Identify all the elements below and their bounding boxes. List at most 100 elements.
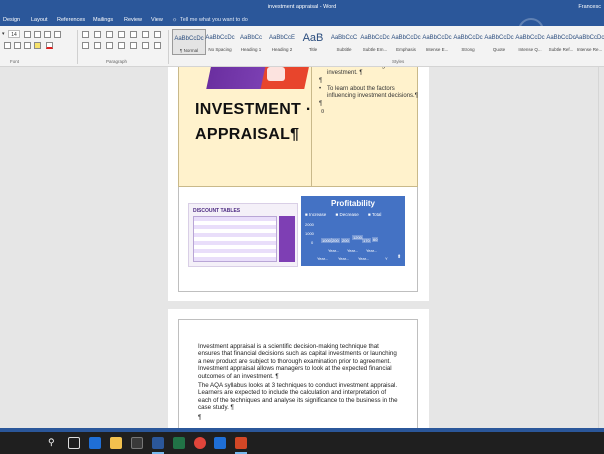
file-explorer-icon[interactable] (110, 437, 122, 449)
tab-review[interactable]: Review (124, 17, 142, 23)
strikethrough-icon[interactable] (4, 42, 11, 49)
document-title[interactable]: INVESTMENT · APPRAISAL¶ (195, 97, 312, 147)
decrease-indent-icon[interactable] (118, 31, 125, 38)
document-canvas[interactable]: INVESTMENT · APPRAISAL¶ methods of asses… (0, 67, 604, 430)
change-case-icon[interactable] (44, 31, 51, 38)
font-color-icon[interactable] (46, 42, 53, 49)
x-category: Year... (328, 248, 340, 253)
style-preview: AaBbCc (239, 35, 262, 41)
search-icon[interactable]: ⚲ (48, 437, 60, 449)
grow-font-icon[interactable] (24, 31, 31, 38)
style-emphasis[interactable]: AaBbCcDc Emphasis (389, 29, 423, 55)
tab-layout[interactable]: Layout (31, 17, 48, 23)
ribbon-tabs: Design Layout References Mailings Review… (0, 14, 604, 44)
style-normal[interactable]: AaBbCcDc ¶ Normal (172, 29, 206, 55)
style-subtle-emphasis[interactable]: AaBbCcDc Subtle Em... (358, 29, 392, 55)
group-paragraph-label: Paragraph (106, 59, 128, 64)
legend-total-label: Total (371, 212, 382, 217)
app-icon[interactable] (214, 437, 226, 449)
font-name-dropdown[interactable]: ▾ (2, 30, 5, 38)
style-no-spacing[interactable]: AaBbCcDc No Spacing (203, 29, 237, 55)
tell-me-search[interactable]: Tell me what you want to do (180, 17, 248, 23)
style-name: Quote (492, 47, 506, 52)
font-size-field[interactable]: 14 (8, 30, 20, 38)
justify-icon[interactable] (118, 42, 125, 49)
tab-design[interactable]: Design (3, 17, 20, 23)
borders-icon[interactable] (154, 42, 161, 49)
style-title[interactable]: AaB Title (296, 29, 330, 55)
y-tick: 1000 (305, 231, 314, 236)
objectives-cell[interactable]: methods of assessing an investment. ¶ ¶ … (319, 67, 425, 117)
style-preview: AaBbCcC (330, 35, 358, 41)
vertical-scrollbar[interactable] (598, 67, 604, 430)
style-preview: AaBbCcDc (515, 35, 545, 41)
body-text[interactable]: Investment appraisal is a scientific dec… (198, 343, 398, 423)
x-category: Year... (358, 256, 370, 261)
objective-bullet-text: To learn about the factors influencing i… (327, 86, 418, 99)
header-table[interactable]: INVESTMENT · APPRAISAL¶ methods of asses… (178, 67, 418, 187)
style-name: Heading 2 (271, 47, 293, 52)
style-name: No Spacing (208, 47, 232, 52)
style-intense-quote[interactable]: AaBbCcDc Intense Q... (513, 29, 547, 55)
align-center-icon[interactable] (94, 42, 101, 49)
subscript-icon[interactable] (14, 42, 21, 49)
chrome-icon[interactable] (194, 437, 206, 449)
tab-mailings[interactable]: Mailings (93, 17, 113, 23)
y-tick: 0 (311, 240, 314, 245)
tab-references[interactable]: References (57, 17, 85, 23)
x-category: Year... (347, 248, 359, 253)
task-view-icon[interactable] (68, 437, 80, 449)
page-1[interactable]: INVESTMENT · APPRAISAL¶ methods of asses… (168, 67, 429, 301)
show-marks-icon[interactable] (154, 31, 161, 38)
style-strong[interactable]: AaBbCcDc Strong (451, 29, 485, 55)
excel-icon[interactable] (173, 437, 185, 449)
style-quote[interactable]: AaBbCcDc Quote (482, 29, 516, 55)
increase-indent-icon[interactable] (130, 31, 137, 38)
style-intense-reference[interactable]: AaBbCcDc Intense Re... (575, 29, 604, 55)
clear-format-icon[interactable] (54, 31, 61, 38)
discount-grid (193, 216, 277, 262)
numbering-icon[interactable] (94, 31, 101, 38)
chart-resize-icon[interactable]: ⬍ (397, 254, 401, 260)
style-intense-emphasis[interactable]: AaBbCcDc Intense E... (420, 29, 454, 55)
x-category: Year... (338, 256, 350, 261)
objective-bullet: • To learn about the factors influencing … (319, 86, 425, 100)
style-subtle-reference[interactable]: AaBbCcDc Subtle Ref... (544, 29, 578, 55)
style-preview: AaBbCcDc (391, 35, 421, 41)
style-name: Intense E... (425, 47, 449, 52)
powerpoint-icon[interactable] (235, 437, 247, 449)
store-icon[interactable] (131, 437, 143, 449)
align-left-icon[interactable] (82, 42, 89, 49)
tab-view[interactable]: View (151, 17, 163, 23)
edge-icon[interactable] (89, 437, 101, 449)
shrink-font-icon[interactable] (34, 31, 41, 38)
bullets-icon[interactable] (82, 31, 89, 38)
word-icon[interactable] (152, 437, 164, 449)
superscript-icon[interactable] (24, 42, 31, 49)
style-name: ¶ Normal (179, 48, 199, 53)
style-name: Intense Re... (576, 47, 603, 52)
image-caption: DISCOUNT TABLES (193, 208, 241, 214)
title-bar: investment appraisal - Word Francesc (0, 0, 604, 14)
bar-label: 200 (341, 238, 350, 243)
highlight-icon[interactable] (34, 42, 41, 49)
style-subtitle[interactable]: AaBbCcC Subtitle (327, 29, 361, 55)
style-heading-2[interactable]: AaBbCcE Heading 2 (265, 29, 299, 55)
cell-end-mark: ¤ (321, 109, 325, 115)
multilevel-list-icon[interactable] (106, 31, 113, 38)
style-preview: AaBbCcDc (360, 35, 390, 41)
shading-icon[interactable] (142, 42, 149, 49)
ribbon-separator (168, 30, 169, 64)
align-right-icon[interactable] (106, 42, 113, 49)
style-heading-1[interactable]: AaBbCc Heading 1 (234, 29, 268, 55)
style-preview: AaBbCcDc (546, 35, 576, 41)
discount-tables-image[interactable]: DISCOUNT TABLES (188, 203, 298, 267)
legend-increase: ■ Increase (305, 212, 327, 217)
bullet-icon: • (319, 86, 322, 92)
profitability-chart[interactable]: Profitability ■ Increase ■ Decrease ■ To… (301, 196, 405, 266)
line-spacing-icon[interactable] (130, 42, 137, 49)
page-2[interactable]: Investment appraisal is a scientific dec… (168, 309, 429, 430)
sort-icon[interactable] (142, 31, 149, 38)
style-name: Title (308, 47, 318, 52)
user-name[interactable]: Francesc (578, 4, 601, 10)
